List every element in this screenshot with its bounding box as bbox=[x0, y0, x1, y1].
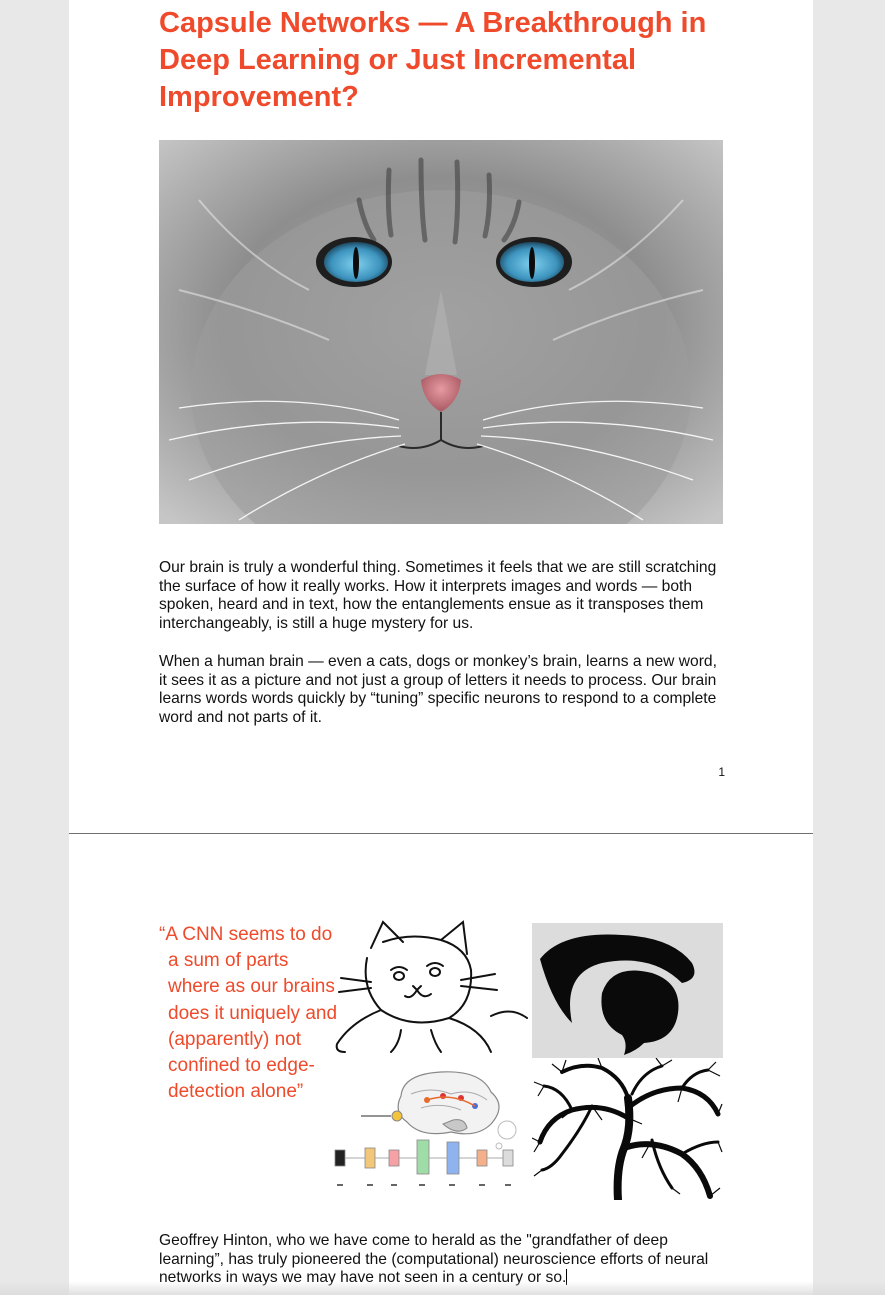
pull-quote: “A CNN seems to do a sum of parts where … bbox=[159, 924, 338, 1103]
cat-line-drawing-graphic bbox=[335, 920, 528, 1053]
document-title: Capsule Networks — A Breakthrough in Dee… bbox=[159, 7, 707, 113]
page-number: 1 bbox=[718, 765, 725, 779]
paragraph-3-text: Geoffrey Hinton, who we have come to her… bbox=[159, 1232, 709, 1286]
document-page-1: Capsule Networks — A Breakthrough in Dee… bbox=[69, 0, 813, 834]
tree-brain bbox=[532, 1058, 723, 1200]
paragraph-2: When a human brain — even a cats, dogs o… bbox=[159, 653, 717, 726]
bottom-fade bbox=[0, 1281, 885, 1295]
cat-photo bbox=[159, 140, 723, 524]
paragraph-3: Geoffrey Hinton, who we have come to her… bbox=[159, 1232, 729, 1288]
blob-shape bbox=[532, 923, 723, 1058]
tree-brain-graphic bbox=[532, 1058, 723, 1200]
cnn-brain-diagram bbox=[331, 1066, 529, 1200]
blob-shape-graphic bbox=[540, 934, 695, 1055]
paragraph-1: Our brain is truly a wonderful thing. So… bbox=[159, 559, 717, 632]
document-page-2: “A CNN seems to do a sum of parts where … bbox=[69, 834, 813, 1295]
cat-line-drawing bbox=[331, 918, 529, 1058]
cat-photo-graphic bbox=[159, 140, 723, 524]
cnn-brain-diagram-graphic bbox=[334, 1071, 517, 1186]
